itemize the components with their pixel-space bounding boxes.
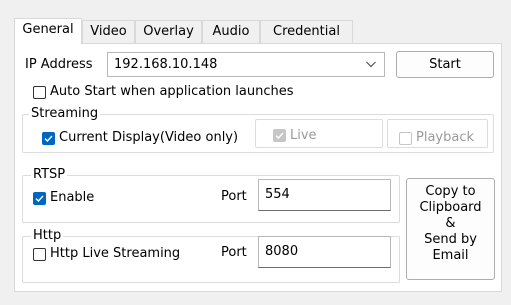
auto-start-label: Auto Start when application launches — [50, 84, 294, 99]
http-live-streaming-box[interactable] — [33, 248, 46, 261]
live-box[interactable] — [273, 129, 286, 142]
checkmark-icon — [44, 135, 53, 143]
tab-credential[interactable]: Credential — [260, 20, 353, 43]
tab-video[interactable]: Video — [82, 20, 135, 43]
http-live-streaming-label: Http Live Streaming — [50, 246, 181, 261]
rtsp-enable-checkbox[interactable]: Enable — [33, 190, 123, 206]
rtsp-enable-box[interactable] — [33, 192, 46, 205]
start-button[interactable]: Start — [396, 51, 494, 78]
current-display-box[interactable] — [42, 132, 55, 145]
auto-start-box[interactable] — [33, 86, 46, 99]
current-display-label: Current Display(Video only) — [59, 130, 239, 145]
playback-checkbox[interactable]: Playback — [399, 130, 484, 146]
tab-overlay[interactable]: Overlay — [135, 20, 202, 43]
copy-send-email-button[interactable]: Copy to Clipboard & Send by Email — [406, 178, 495, 280]
copy-button-line-1: Copy to — [425, 184, 476, 199]
copy-button-line-4: Send by — [424, 232, 477, 247]
tab-audio[interactable]: Audio — [202, 20, 260, 43]
copy-button-line-3: & — [445, 216, 456, 231]
rtsp-port-label: Port — [221, 189, 247, 204]
ip-address-combo[interactable]: 192.168.10.148 — [107, 52, 385, 77]
http-port-field[interactable]: 8080 — [258, 236, 391, 268]
rtsp-port-value: 554 — [265, 187, 290, 202]
playback-box[interactable] — [399, 132, 412, 145]
http-group-label: Http — [31, 228, 64, 244]
http-port-label: Port — [221, 245, 247, 260]
checkmark-icon — [275, 132, 284, 140]
chevron-down-icon[interactable] — [365, 58, 377, 70]
http-port-value: 8080 — [265, 244, 299, 259]
ip-address-label: IP Address — [25, 57, 93, 72]
rtsp-enable-label: Enable — [50, 190, 95, 205]
live-checkbox[interactable]: Live — [273, 128, 333, 144]
tab-general[interactable]: General — [14, 18, 82, 44]
live-label: Live — [290, 128, 317, 143]
playback-label: Playback — [416, 130, 475, 145]
http-live-streaming-checkbox[interactable]: Http Live Streaming — [33, 246, 203, 262]
auto-start-checkbox[interactable]: Auto Start when application launches — [33, 84, 313, 100]
streaming-group-label: Streaming — [29, 106, 101, 122]
ip-address-value: 192.168.10.148 — [114, 57, 218, 72]
current-display-checkbox[interactable]: Current Display(Video only) — [42, 130, 252, 146]
copy-button-line-2: Clipboard — [419, 200, 482, 215]
checkmark-icon — [35, 195, 44, 203]
copy-button-line-5: Email — [432, 248, 469, 263]
rtsp-port-field[interactable]: 554 — [258, 179, 391, 211]
rtsp-group-label: RTSP — [31, 167, 68, 183]
